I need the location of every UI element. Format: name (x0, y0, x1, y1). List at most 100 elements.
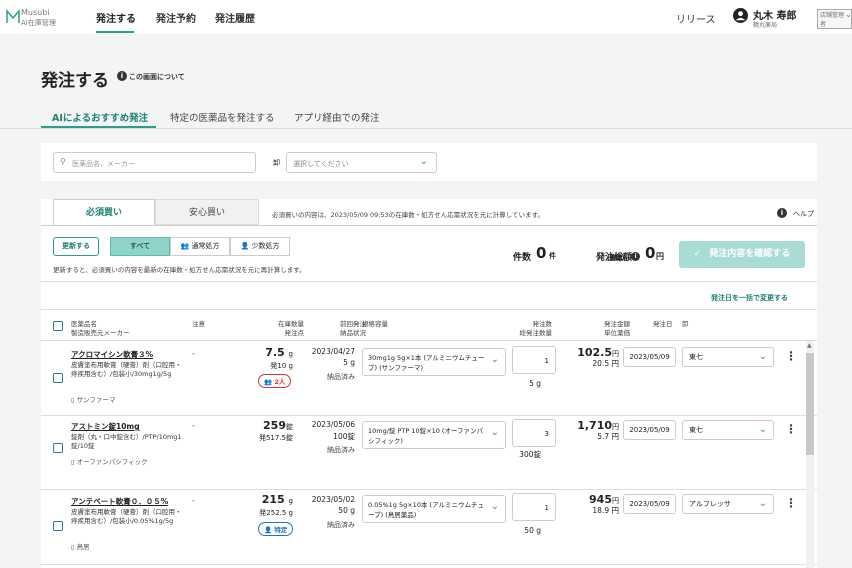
check-icon: ✓ (693, 249, 702, 259)
order-qty-input[interactable]: 1 (512, 493, 556, 521)
reorder-point: 発252.5 g (259, 509, 293, 517)
total-unit: 円 (656, 252, 664, 261)
refresh-button[interactable]: 更新する (53, 237, 99, 256)
total-order-qty: 50 g (524, 526, 541, 535)
filter-normal-label: 通常処方 (191, 242, 220, 250)
delivery-status: 納品済み (327, 521, 355, 529)
order-date-input[interactable]: 2023/05/09 (623, 420, 676, 440)
delivery-status: 納品済み (327, 373, 355, 381)
table-row: アストミン錠10mg 錠剤（丸・口中錠含む）/PTP/10mg1錠/10錠 ▯ … (41, 416, 806, 489)
help-icon[interactable]: i (777, 208, 787, 218)
scrollbar-thumb[interactable] (806, 353, 814, 455)
user-avatar-icon[interactable] (733, 8, 748, 23)
filter-few-button[interactable]: 👤 少数処方 (230, 237, 290, 256)
tab-safe-buy[interactable]: 安心買い (155, 199, 259, 225)
stock-value: 215 (261, 493, 285, 506)
header-qty-2: 総発注数量 (519, 329, 553, 337)
search-panel: ⚲ 医薬品名、メーカー 卸 選択してください ⌄ (41, 143, 817, 181)
row-wholesaler-select[interactable]: 東七 ⌄ (682, 420, 774, 440)
chevron-down-icon: ⌄ (419, 156, 428, 167)
patient-count: 2人 (274, 378, 286, 386)
tab-app-order[interactable]: アプリ経由での発注 (294, 110, 380, 124)
divider (41, 281, 817, 282)
pack-select[interactable]: 10mg/錠 PTP 10錠×10 (オーファンパシフィック) ⌄ (362, 421, 506, 449)
search-input[interactable]: ⚲ 医薬品名、メーカー (53, 152, 256, 173)
logo[interactable]: Musubi AI在庫管理 (6, 6, 66, 28)
header-amount: 発注金額 単位薬価 (604, 320, 630, 338)
header-note: 注意 (192, 320, 205, 328)
info-icon[interactable]: i (631, 252, 640, 261)
specific-patient-badge[interactable]: 👤 特定 (258, 522, 294, 536)
help-link[interactable]: ヘルプ (793, 209, 814, 219)
row-checkbox[interactable] (53, 443, 63, 453)
header-name-2: 製造販売元メーカー (71, 329, 130, 337)
stock-unit: g (288, 350, 293, 358)
nav-order[interactable]: 発注する (96, 10, 136, 25)
pack-value: 30mg1g 5g×1本 (アルミニウムチューブ) (サンファーマ) (368, 354, 485, 372)
confirm-order-button[interactable]: ✓ 発注内容を確認する (679, 241, 805, 268)
order-date-input[interactable]: 2023/05/09 (623, 494, 676, 514)
row-wholesaler-select[interactable]: 東七 ⌄ (682, 347, 774, 367)
filter-all-button[interactable]: すべて (110, 237, 170, 256)
bulk-date-change-link[interactable]: 発注日を一括で変更する (711, 293, 788, 303)
order-date-input[interactable]: 2023/05/09 (623, 347, 676, 367)
scroll-up-icon[interactable]: ▲ (807, 342, 812, 349)
drug-name-link[interactable]: アストミン錠10mg (71, 421, 140, 432)
maker-name: サンファーマ (76, 396, 116, 404)
order-qty-input[interactable]: 3 (512, 419, 556, 447)
drug-description: 皮膚塗布用軟膏（硬膏）剤（口腔用・痔疾用含む）/包装小/30mg1g/5g (71, 361, 182, 378)
wholesaler-placeholder: 選択してください (293, 160, 349, 168)
drug-maker: ▯ オーファンパシフィック (71, 456, 148, 466)
chevron-down-icon[interactable]: ⌄ (845, 10, 852, 19)
header-name-1: 医薬品名 (71, 320, 97, 328)
tab-required-buy[interactable]: 必須買い (53, 199, 155, 225)
about-screen-link[interactable]: この画面について (129, 72, 185, 82)
nav-order-history[interactable]: 発注履歴 (215, 10, 255, 25)
wholesaler-select[interactable]: 選択してください ⌄ (286, 152, 437, 173)
row-checkbox[interactable] (53, 373, 63, 383)
unit-price: 5.7 円 (597, 432, 619, 441)
row-checkbox[interactable] (53, 521, 63, 531)
drug-name-link[interactable]: アクロマイシン軟膏３% (71, 349, 153, 360)
chevron-down-icon: ⌄ (758, 424, 767, 435)
header-wholesaler: 卸 (682, 320, 689, 328)
page-title: 発注する (41, 71, 109, 91)
total-order-qty: 300錠 (519, 450, 541, 459)
select-all-checkbox[interactable] (53, 321, 63, 331)
musubi-logo-icon (6, 8, 20, 23)
note-value: - (192, 496, 195, 505)
last-order-qty: 100錠 (333, 432, 355, 441)
order-panel: 必須買い 安心買い 必須買いの内容は、2023/05/09 09:53の在庫数・… (41, 199, 817, 568)
header-pack: 規格容量 (362, 320, 388, 328)
patient-badge[interactable]: 👥 2人 (258, 374, 292, 388)
more-menu-icon[interactable]: ⋮ (785, 496, 797, 510)
count-unit: 件 (549, 252, 556, 260)
header-stock: 在庫数量 発注点 (278, 320, 304, 338)
logo-line1: Musubi (21, 8, 50, 17)
tab-ai-recommend[interactable]: AIによるおすすめ発注 (52, 110, 148, 124)
header-drug-name: 医薬品名 製造販売元メーカー (71, 320, 130, 338)
info-icon[interactable]: i (117, 71, 127, 81)
total-order-qty: 5 g (529, 379, 541, 388)
filter-few-label: 少数処方 (251, 242, 280, 250)
amount-unit: 円 (612, 497, 619, 505)
drug-name-link[interactable]: アンテベート軟膏０．０５% (71, 496, 168, 507)
last-order-qty: 50 g (338, 506, 355, 515)
filter-normal-button[interactable]: 👥 通常処方 (170, 237, 230, 256)
chevron-down-icon: ⌄ (490, 501, 499, 512)
more-menu-icon[interactable]: ⋮ (785, 422, 797, 436)
pack-select[interactable]: 30mg1g 5g×1本 (アルミニウムチューブ) (サンファーマ) ⌄ (362, 348, 506, 376)
nav-order-reservation[interactable]: 発注予約 (156, 10, 196, 25)
order-qty-input[interactable]: 1 (512, 346, 556, 374)
header-last-2: 納品状況 (340, 329, 366, 337)
count-label: 件数 (513, 253, 532, 263)
tab-specific-drug[interactable]: 特定の医薬品を発注する (170, 110, 275, 124)
more-menu-icon[interactable]: ⋮ (785, 349, 797, 363)
divider (41, 564, 817, 565)
pack-select[interactable]: 0.05%1g 5g×10本 (アルミニウムチューブ) (鳥居薬品) ⌄ (362, 495, 506, 523)
row-wholesaler-select[interactable]: アルフレッサ ⌄ (682, 494, 774, 514)
table-row: アンテベート軟膏０．０５% 皮膚塗布用軟膏（硬膏）剤（口腔用・痔疾用含む）/包装… (41, 490, 806, 564)
user-store: 鶴丸薬局 (753, 22, 778, 29)
release-link[interactable]: リリース (676, 11, 716, 26)
stock-value: 7.5 (265, 346, 285, 359)
